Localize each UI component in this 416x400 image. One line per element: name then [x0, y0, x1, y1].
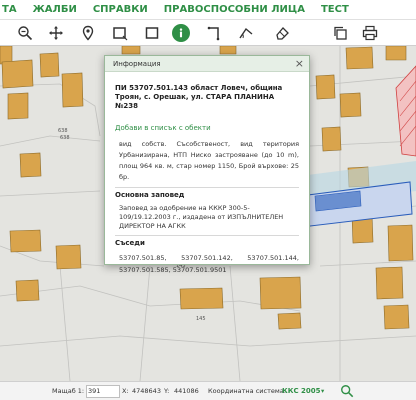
crs-label: Координатна система: — [208, 387, 286, 395]
dialog-header: Информация × — [105, 56, 309, 72]
select-rect-icon[interactable] — [110, 23, 130, 43]
neighbour-link[interactable]: 53707.501.85, — [119, 252, 167, 264]
angle-icon[interactable] — [236, 23, 256, 43]
pan-icon[interactable] — [46, 23, 66, 43]
scale-label: Мащаб 1: — [52, 387, 85, 395]
y-label: Y: — [164, 387, 170, 395]
chevron-down-icon[interactable]: ▾ — [321, 387, 324, 395]
copy-icon[interactable] — [330, 23, 350, 43]
crs-value[interactable]: ККС 2005 — [282, 387, 321, 395]
x-value: 4748643 — [132, 387, 161, 395]
location-pin-icon[interactable] — [78, 23, 98, 43]
map-toolbar — [0, 20, 416, 46]
map-label: 638 — [60, 135, 70, 141]
nav-item-legal-persons[interactable]: ПРАВОСПОСОБНИ ЛИЦА — [164, 4, 305, 15]
line-icon[interactable] — [204, 23, 224, 43]
order-section: Основна заповед Заповед за одобрение на … — [115, 187, 299, 231]
top-navigation: ТА ЖАЛБИ СПРАВКИ ПРАВОСПОСОБНИ ЛИЦА ТЕСТ — [0, 0, 416, 20]
status-bar: Мащаб 1: 391 X: 4748643 Y: 441086 Коорди… — [0, 381, 416, 400]
print-icon[interactable] — [360, 23, 380, 43]
scale-value: 391 — [88, 387, 101, 395]
order-text: Заповед за одобрение на КККР 300-5-109/1… — [119, 204, 284, 230]
map-label: 638 — [58, 128, 68, 134]
search-icon[interactable] — [340, 384, 354, 398]
neighbour-link[interactable]: 53707.501.142, — [181, 252, 233, 264]
info-icon[interactable] — [172, 24, 190, 42]
add-to-list-link[interactable]: Добави в списък с обекти — [115, 124, 299, 132]
property-description: вид собств. Съсобственост, вид територия… — [119, 140, 299, 181]
close-icon[interactable]: × — [295, 57, 304, 70]
eraser-icon[interactable] — [272, 23, 292, 43]
y-value: 441086 — [174, 387, 199, 395]
nav-item-reports[interactable]: СПРАВКИ — [93, 4, 148, 15]
order-title: Основна заповед — [115, 191, 185, 199]
rectangle-icon[interactable] — [142, 23, 162, 43]
nav-item-complaints[interactable]: ЖАЛБИ — [33, 4, 77, 15]
neighbour-link[interactable]: 53707.501.144, — [247, 252, 299, 264]
property-title: ПИ 53707.501.143 област Ловеч, община Тр… — [115, 84, 283, 110]
map-label: 145 — [196, 316, 206, 322]
neighbours-section: Съседи 53707.501.85, 53707.501.142, 5370… — [115, 235, 299, 276]
zoom-out-icon[interactable] — [15, 23, 35, 43]
nav-item-test[interactable]: ТЕСТ — [321, 4, 349, 15]
nav-item-ta[interactable]: ТА — [2, 4, 17, 15]
neighbours-row-2[interactable]: 53707.501.585, 53707.501.9501 — [119, 264, 299, 276]
dialog-title: Информация — [113, 59, 161, 68]
info-dialog: Информация × ПИ 53707.501.143 област Лов… — [104, 55, 310, 274]
x-label: X: — [122, 387, 129, 395]
neighbours-title: Съседи — [115, 239, 145, 247]
neighbours-row: 53707.501.85, 53707.501.142, 53707.501.1… — [119, 252, 299, 264]
